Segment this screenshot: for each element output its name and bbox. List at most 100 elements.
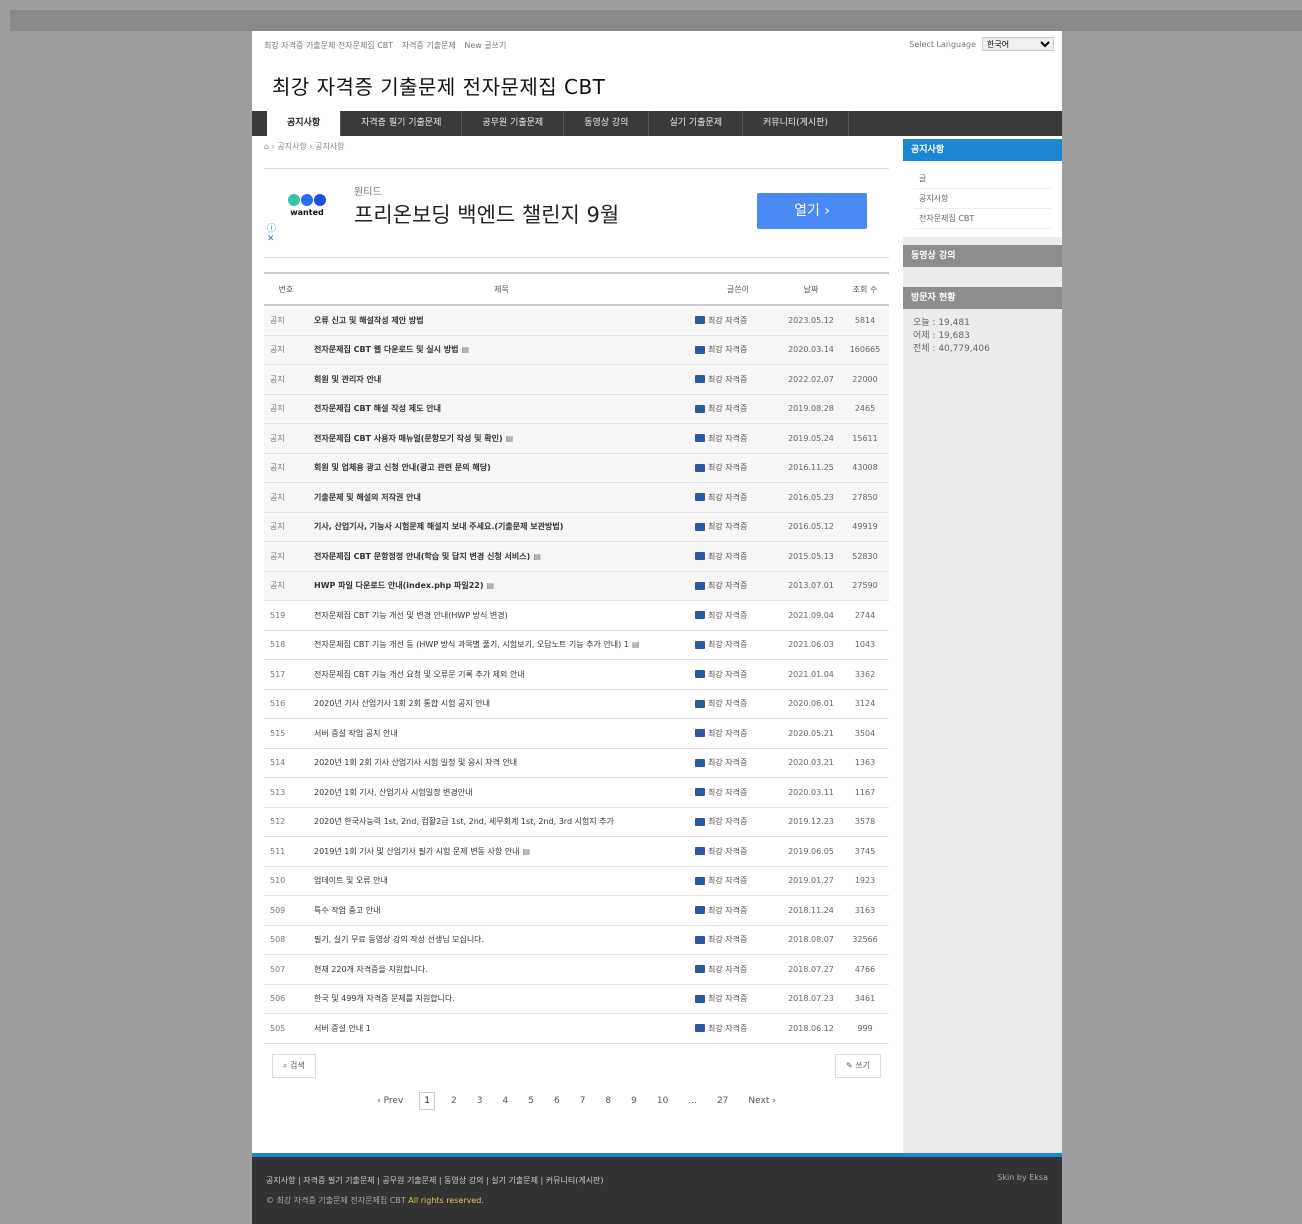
row-title-text[interactable]: 전자문제집 CBT 기능 개선 등 (HWP 방식 과목별 풀기, 시험보기, … <box>314 640 629 649</box>
next-page-link[interactable]: Next › <box>744 1093 779 1109</box>
table-row[interactable]: 공지 기사, 산업기사, 기능사 시험문제 해설지 보내 주세요.(기출문제 보관… <box>264 512 889 542</box>
row-title-text[interactable]: 전자문제집 CBT 해설 작성 제도 안내 <box>314 404 441 413</box>
sidebar-notice-title[interactable]: 공지사항 <box>903 139 1062 161</box>
row-author[interactable]: 최강 자격증 <box>695 807 781 837</box>
row-title[interactable]: 회원 및 업체용 광고 신청 안내(광고 관련 문의 해당) <box>308 453 695 483</box>
footer-links[interactable]: 공지사항 | 자격증 필기 기출문제 | 공무원 기출문제 | 동영상 강의 |… <box>266 1175 604 1186</box>
sidebar-item-notice[interactable]: 공지사항 <box>913 189 1052 209</box>
nav-item-video[interactable]: 동영상 강의 <box>564 111 650 136</box>
nav-item-practical[interactable]: 실기 기출문제 <box>649 111 744 136</box>
row-author[interactable]: 최강 자격증 <box>695 777 781 808</box>
row-title-text[interactable]: 2020년 1회 2회 기사 산업기사 시험 일정 및 응시 자격 안내 <box>314 758 517 767</box>
top-link-exams[interactable]: 자격증 기출문제 <box>402 41 456 50</box>
row-author[interactable]: 최강 자격증 <box>695 925 781 955</box>
author-name[interactable]: 최강 자격증 <box>708 493 747 502</box>
row-title-text[interactable]: 필기, 실기 무료 동영상 강의 작성 선생님 모십니다. <box>314 935 484 944</box>
nav-item-written-exams[interactable]: 자격증 필기 기출문제 <box>341 111 463 136</box>
row-title[interactable]: 2020년 1회 2회 기사 산업기사 시험 일정 및 응시 자격 안내 <box>308 748 695 778</box>
row-title[interactable]: 필기, 실기 무료 동영상 강의 작성 선생님 모십니다. <box>308 925 695 955</box>
row-title[interactable]: 전자문제집 CBT 웹 다운로드 및 실시 방법 ▤ <box>308 335 695 365</box>
table-row[interactable]: 공지 전자문제집 CBT 사용자 매뉴얼(문항모기 작성 및 확인) ▤ 최강 자격증… <box>264 423 889 454</box>
home-icon[interactable]: ⌂ <box>264 142 269 151</box>
table-row[interactable]: 516 2020년 기사 산업기사 1회 2회 통합 시험 공지 안내 최강 자격증… <box>264 689 889 719</box>
table-row[interactable]: 공지 오류 신고 및 해설작성 제안 방법 최강 자격증 2023.05.12 5814 <box>264 305 889 336</box>
adchoices-icon[interactable]: ⓘ ✕ <box>267 224 276 244</box>
row-author[interactable]: 최강 자격증 <box>695 630 781 660</box>
row-author[interactable]: 최강 자격증 <box>695 895 781 926</box>
row-title-text[interactable]: 서버 증설 작업 공지 안내 <box>314 729 398 738</box>
row-title-text[interactable]: 2019년 1회 기사 및 산업기사 필기 시험 문제 변동 사항 안내 <box>314 847 519 856</box>
page-link[interactable]: 27 <box>713 1093 732 1109</box>
author-name[interactable]: 최강 자격증 <box>708 965 747 974</box>
row-author[interactable]: 최강 자격증 <box>695 335 781 365</box>
row-title-text[interactable]: 한국 및 499개 자격증 문제를 지원합니다. <box>314 994 455 1003</box>
row-title[interactable]: 기사, 산업기사, 기능사 시험문제 해설지 보내 주세요.(기출문제 보관방법… <box>308 512 695 542</box>
row-author[interactable]: 최강 자격증 <box>695 364 781 395</box>
table-row[interactable]: 519 전자문제집 CBT 기능 개선 및 변경 안내(HWP 방식 변경) 최강 … <box>264 600 889 631</box>
table-row[interactable]: 508 필기, 실기 무료 동영상 강의 작성 선생님 모십니다. 최강 자격증 20… <box>264 925 889 955</box>
nav-item-civil-service[interactable]: 공무원 기출문제 <box>462 111 565 136</box>
table-row[interactable]: 515 서버 증설 작업 공지 안내 최강 자격증 2020.05.21 3504 <box>264 718 889 749</box>
table-row[interactable]: 510 업데이트 및 오류 안내 최강 자격증 2019.01.27 1923 <box>264 866 889 896</box>
page-link[interactable]: 4 <box>498 1093 512 1109</box>
row-title-text[interactable]: 전자문제집 CBT 기능 개선 및 변경 안내(HWP 방식 변경) <box>314 611 508 620</box>
table-row[interactable]: 공지 HWP 파일 다운로드 안내(index.php 파일22) ▤ 최강 자격증 2… <box>264 571 889 601</box>
author-name[interactable]: 최강 자격증 <box>708 522 747 531</box>
author-name[interactable]: 최강 자격증 <box>708 817 747 826</box>
page-link[interactable]: 8 <box>601 1093 615 1109</box>
row-title-text[interactable]: 기사, 산업기사, 기능사 시험문제 해설지 보내 주세요.(기출문제 보관방법… <box>314 522 563 531</box>
table-row[interactable]: 511 2019년 1회 기사 및 산업기사 필기 시험 문제 변동 사항 안내 ▤… <box>264 836 889 867</box>
breadcrumb-path[interactable]: › 공지사항 › 공지사항 <box>272 142 345 151</box>
table-row[interactable]: 공지 기출문제 및 해설의 저작권 안내 최강 자격증 2016.05.23 27850 <box>264 482 889 513</box>
page-link[interactable]: 6 <box>550 1093 564 1109</box>
ad-banner[interactable]: wanted 원티드 프리온보딩 백엔드 챌린지 9월 열기 › ⓘ ✕ <box>264 168 889 258</box>
row-title[interactable]: 2020년 기사 산업기사 1회 2회 통합 시험 공지 안내 <box>308 689 695 719</box>
author-name[interactable]: 최강 자격증 <box>708 375 747 384</box>
row-author[interactable]: 최강 자격증 <box>695 512 781 542</box>
row-title[interactable]: 오류 신고 및 해설작성 제안 방법 <box>308 305 695 336</box>
row-title[interactable]: 전자문제집 CBT 기능 개선 및 변경 안내(HWP 방식 변경) <box>308 600 695 631</box>
row-title-text[interactable]: 현재 220개 자격증을 지원합니다. <box>314 965 428 974</box>
page-link[interactable]: 9 <box>627 1093 641 1109</box>
row-author[interactable]: 최강 자격증 <box>695 748 781 778</box>
row-title-text[interactable]: 전자문제집 CBT 사용자 매뉴얼(문항모기 작성 및 확인) <box>314 434 503 443</box>
top-link-new[interactable]: New 글쓰기 <box>464 41 506 50</box>
author-name[interactable]: 최강 자격증 <box>708 670 747 679</box>
row-author[interactable]: 최강 자격증 <box>695 394 781 424</box>
row-title[interactable]: 전자문제집 CBT 사용자 매뉴얼(문항모기 작성 및 확인) ▤ <box>308 423 695 454</box>
row-title-text[interactable]: 서버 증설 안내 1 <box>314 1024 371 1033</box>
row-author[interactable]: 최강 자격증 <box>695 571 781 601</box>
author-name[interactable]: 최강 자격증 <box>708 552 747 561</box>
row-title[interactable]: 전자문제집 CBT 해설 작성 제도 안내 <box>308 394 695 424</box>
row-title-text[interactable]: HWP 파일 다운로드 안내(index.php 파일22) <box>314 581 484 590</box>
row-title-text[interactable]: 업데이트 및 오류 안내 <box>314 876 388 885</box>
author-name[interactable]: 최강 자격증 <box>708 345 747 354</box>
page-link[interactable]: 7 <box>576 1093 590 1109</box>
table-row[interactable]: 505 서버 증설 안내 1 최강 자격증 2018.06.12 999 <box>264 1013 889 1044</box>
table-row[interactable]: 518 전자문제집 CBT 기능 개선 등 (HWP 방식 과목별 풀기, 시험보… <box>264 630 889 660</box>
row-title-text[interactable]: 회원 및 관리자 안내 <box>314 375 381 384</box>
row-title[interactable]: 전자문제집 CBT 문항정정 안내(학습 및 답지 변경 신청 서비스) ▤ <box>308 541 695 572</box>
row-title-text[interactable]: 회원 및 업체용 광고 신청 안내(광고 관련 문의 해당) <box>314 463 491 472</box>
author-name[interactable]: 최강 자격증 <box>708 758 747 767</box>
author-name[interactable]: 최강 자격증 <box>708 581 747 590</box>
row-title[interactable]: 2020년 1회 기사, 산업기사 시험일정 변경안내 <box>308 777 695 808</box>
row-title-text[interactable]: 전자문제집 CBT 기능 개선 요청 및 오류문 기록 추가 제외 안내 <box>314 670 525 679</box>
page-link[interactable]: 5 <box>524 1093 538 1109</box>
row-title[interactable]: 서버 증설 작업 공지 안내 <box>308 718 695 749</box>
table-row[interactable]: 공지 전자문제집 CBT 웹 다운로드 및 실시 방법 ▤ 최강 자격증 2020.03… <box>264 335 889 365</box>
table-row[interactable]: 공지 회원 및 업체용 광고 신청 안내(광고 관련 문의 해당) 최강 자격증 20… <box>264 453 889 483</box>
author-name[interactable]: 최강 자격증 <box>708 729 747 738</box>
row-title[interactable]: 2020년 한국사능력 1st, 2nd, 컴활2급 1st, 2nd, 세무회… <box>308 807 695 837</box>
row-title-text[interactable]: 2020년 기사 산업기사 1회 2회 통합 시험 공지 안내 <box>314 699 490 708</box>
row-title[interactable]: 특수 작업 중고 안내 <box>308 895 695 926</box>
table-row[interactable]: 514 2020년 1회 2회 기사 산업기사 시험 일정 및 응시 자격 안내 최… <box>264 748 889 778</box>
author-name[interactable]: 최강 자격증 <box>708 699 747 708</box>
sidebar-item-cbt[interactable]: 전자문제집 CBT <box>913 209 1052 229</box>
row-title[interactable]: 현재 220개 자격증을 지원합니다. <box>308 954 695 985</box>
page-link[interactable]: ... <box>684 1093 701 1109</box>
site-title[interactable]: 최강 자격증 기출문제 전자문제집 CBT <box>252 59 1062 111</box>
row-title-text[interactable]: 특수 작업 중고 안내 <box>314 906 381 915</box>
author-name[interactable]: 최강 자격증 <box>708 316 747 325</box>
table-row[interactable]: 공지 전자문제집 CBT 해설 작성 제도 안내 최강 자격증 2019.08.28 2… <box>264 394 889 424</box>
